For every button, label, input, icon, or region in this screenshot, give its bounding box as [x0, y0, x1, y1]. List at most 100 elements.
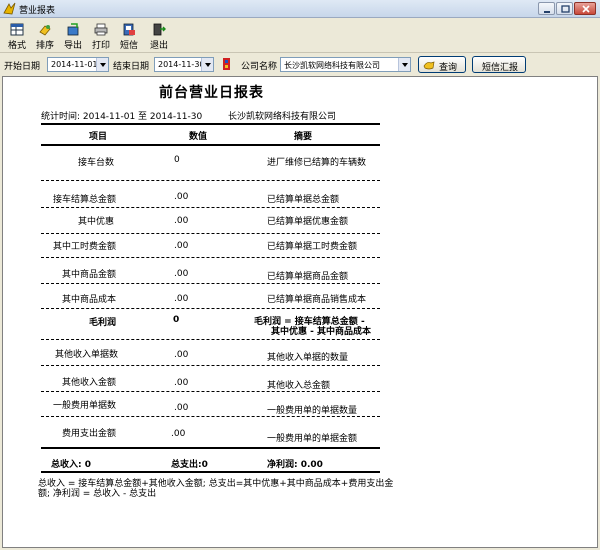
- row-divider: [41, 283, 380, 284]
- maximize-button[interactable]: [556, 2, 573, 15]
- window-title: 营业报表: [19, 6, 56, 16]
- sms-icon: [123, 23, 135, 36]
- start-date-select[interactable]: 2014-11-01: [47, 57, 109, 72]
- chevron-down-icon[interactable]: [201, 58, 213, 71]
- table-row-item: 其中优惠: [78, 217, 115, 227]
- report-company: 长沙凯软网络科技有限公司: [228, 112, 337, 122]
- row-divider: [41, 339, 380, 340]
- row-divider: [41, 391, 380, 392]
- table-row-value: 0: [173, 315, 180, 325]
- table-row-summary: 一般费用单的单据数量: [267, 406, 358, 416]
- start-date-value: 2014-11-01: [51, 60, 98, 69]
- header-bottom-border: [41, 144, 380, 146]
- toolbar: 格式 排序 导出 打印 短信 退出: [0, 19, 600, 53]
- header-item: 项目: [89, 132, 108, 142]
- table-row-value: .00: [174, 241, 189, 251]
- query-icon: [423, 61, 435, 70]
- minimize-button[interactable]: [538, 2, 555, 15]
- sort-label: 排序: [35, 41, 54, 51]
- exit-icon: [153, 23, 166, 36]
- query-label: 查询: [439, 63, 458, 73]
- filter-bar: 开始日期 2014-11-01 结束日期 2014-11-30 公司名称 长沙凯…: [0, 54, 600, 74]
- sms-summary-button[interactable]: 短信汇报: [472, 56, 526, 73]
- table-row-item: 接车结算总金额: [53, 195, 117, 205]
- end-date-value: 2014-11-30: [158, 60, 205, 69]
- table-row-item: 费用支出金额: [62, 429, 117, 439]
- table-row-summary: 已结算单据优惠金额: [267, 217, 349, 227]
- table-top-border: [41, 123, 380, 125]
- table-row-summary: 一般费用单的单据金额: [267, 434, 358, 444]
- header-summary: 摘要: [294, 132, 313, 142]
- net-profit: 净利润: 0.00: [267, 460, 323, 470]
- table-row-value: .00: [174, 378, 189, 388]
- title-bar: 营业报表: [0, 0, 600, 18]
- table-row-summary-line2: 其中优惠 - 其中商品成本: [271, 327, 372, 337]
- table-bottom-border: [41, 447, 380, 449]
- end-date-label: 结束日期: [113, 62, 150, 72]
- table-row-value: .00: [174, 269, 189, 279]
- table-row-item: 其他收入金额: [62, 378, 117, 388]
- table-row-value: .00: [174, 216, 189, 226]
- row-divider: [41, 233, 380, 234]
- table-row-item: 毛利润: [89, 318, 117, 328]
- row-divider: [41, 365, 380, 366]
- export-label: 导出: [63, 41, 82, 51]
- row-divider: [41, 180, 380, 181]
- print-button[interactable]: 打印: [87, 22, 115, 52]
- stat-period: 统计时间: 2014-11-01 至 2014-11-30: [41, 112, 203, 122]
- maximize-icon: [561, 5, 570, 13]
- chevron-down-icon[interactable]: [398, 58, 410, 71]
- table-row-item: 一般费用单据数: [53, 401, 117, 411]
- table-row-value: .00: [174, 350, 189, 360]
- chevron-down-icon[interactable]: [96, 58, 108, 71]
- company-select[interactable]: 长沙凯软网络科技有限公司: [280, 57, 411, 72]
- table-row-summary: 已结算单据工时费金额: [267, 242, 358, 252]
- print-label: 打印: [91, 41, 110, 51]
- exit-button[interactable]: 退出: [145, 22, 173, 52]
- table-row-item: 其中工时费金额: [53, 242, 117, 252]
- row-divider: [41, 207, 380, 208]
- export-button[interactable]: 导出: [59, 22, 87, 52]
- company-label: 公司名称: [241, 62, 278, 72]
- table-row-summary: 其他收入总金额: [267, 381, 331, 391]
- table-row-value: .00: [174, 294, 189, 304]
- sms-button[interactable]: 短信: [115, 22, 143, 52]
- close-button[interactable]: [574, 2, 596, 15]
- format-button[interactable]: 格式: [3, 22, 31, 52]
- date-picker-icon[interactable]: [222, 57, 232, 71]
- table-row-value: 0: [174, 155, 180, 165]
- report-preview: 前台营业日报表 统计时间: 2014-11-01 至 2014-11-30 长沙…: [2, 76, 598, 548]
- table-row-summary: 进厂维修已结算的车辆数: [267, 158, 367, 168]
- table-row-summary: 已结算单据商品金额: [267, 272, 349, 282]
- report-title: 前台营业日报表: [159, 85, 264, 101]
- table-row-item: 其中商品金额: [62, 270, 117, 280]
- minimize-icon: [544, 11, 550, 13]
- sort-icon: [39, 25, 51, 36]
- print-icon: [94, 23, 108, 36]
- start-date-label: 开始日期: [4, 62, 41, 72]
- format-label: 格式: [7, 41, 26, 51]
- query-button[interactable]: 查询: [418, 56, 466, 73]
- end-date-select[interactable]: 2014-11-30: [154, 57, 214, 72]
- table-row-item: 其他收入单据数: [55, 350, 119, 360]
- table-row-summary: 已结算单据商品销售成本: [267, 295, 367, 305]
- sms-summary-label: 短信汇报: [482, 63, 519, 73]
- format-icon: [10, 23, 24, 36]
- company-value: 长沙凯软网络科技有限公司: [284, 61, 380, 70]
- table-row-item: 接车台数: [78, 158, 115, 168]
- export-icon: [67, 23, 79, 36]
- sort-button[interactable]: 排序: [31, 22, 59, 52]
- header-value: 数值: [189, 132, 208, 142]
- app-icon: [3, 2, 16, 15]
- table-row-value: .00: [174, 192, 189, 202]
- exit-label: 退出: [149, 41, 168, 51]
- row-divider: [41, 308, 380, 309]
- total-income: 总收入: 0: [51, 460, 91, 470]
- totals-bottom-border: [41, 471, 380, 473]
- table-row-summary: 其他收入单据的数量: [267, 353, 349, 363]
- row-divider: [41, 416, 380, 417]
- footnote-line2: 额; 净利润 = 总收入 - 总支出: [38, 489, 157, 499]
- table-row-value: .00: [171, 429, 186, 439]
- sms-label: 短信: [119, 41, 138, 51]
- table-row-summary: 已结算单据总金额: [267, 195, 340, 205]
